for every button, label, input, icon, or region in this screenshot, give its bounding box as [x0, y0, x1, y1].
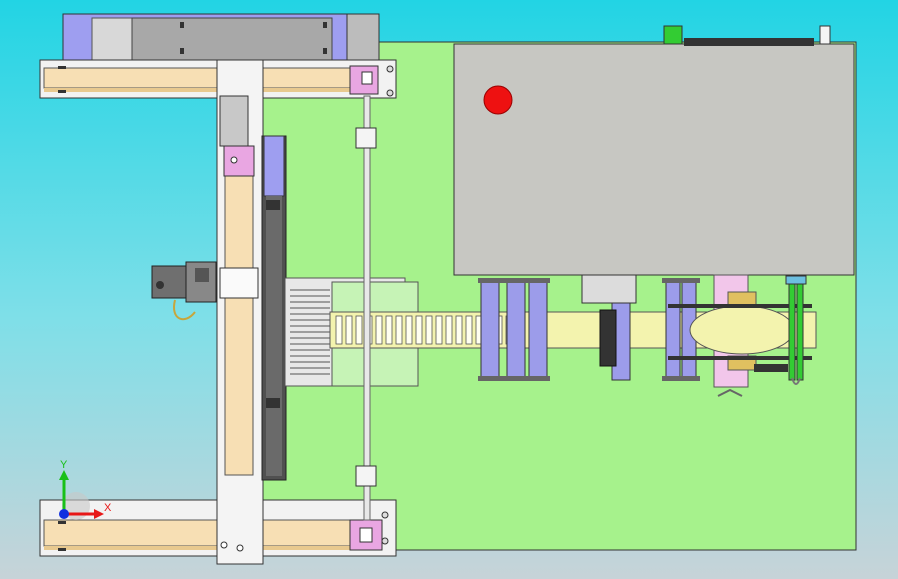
y-axis-label: Y [60, 459, 68, 471]
emergency-stop-button[interactable] [483, 85, 513, 115]
vertical-gantry [216, 59, 264, 565]
control-box [453, 25, 855, 276]
triad-origin [59, 509, 69, 519]
gripper-assembly [151, 261, 217, 321]
machine-assembly-drawing [39, 13, 857, 565]
x-axis-label: X [104, 502, 112, 514]
cad-viewport[interactable]: X Y [0, 0, 898, 579]
top-motor-housing [62, 13, 380, 65]
vertical-carriage [261, 135, 287, 481]
coordinate-triad [59, 470, 104, 520]
